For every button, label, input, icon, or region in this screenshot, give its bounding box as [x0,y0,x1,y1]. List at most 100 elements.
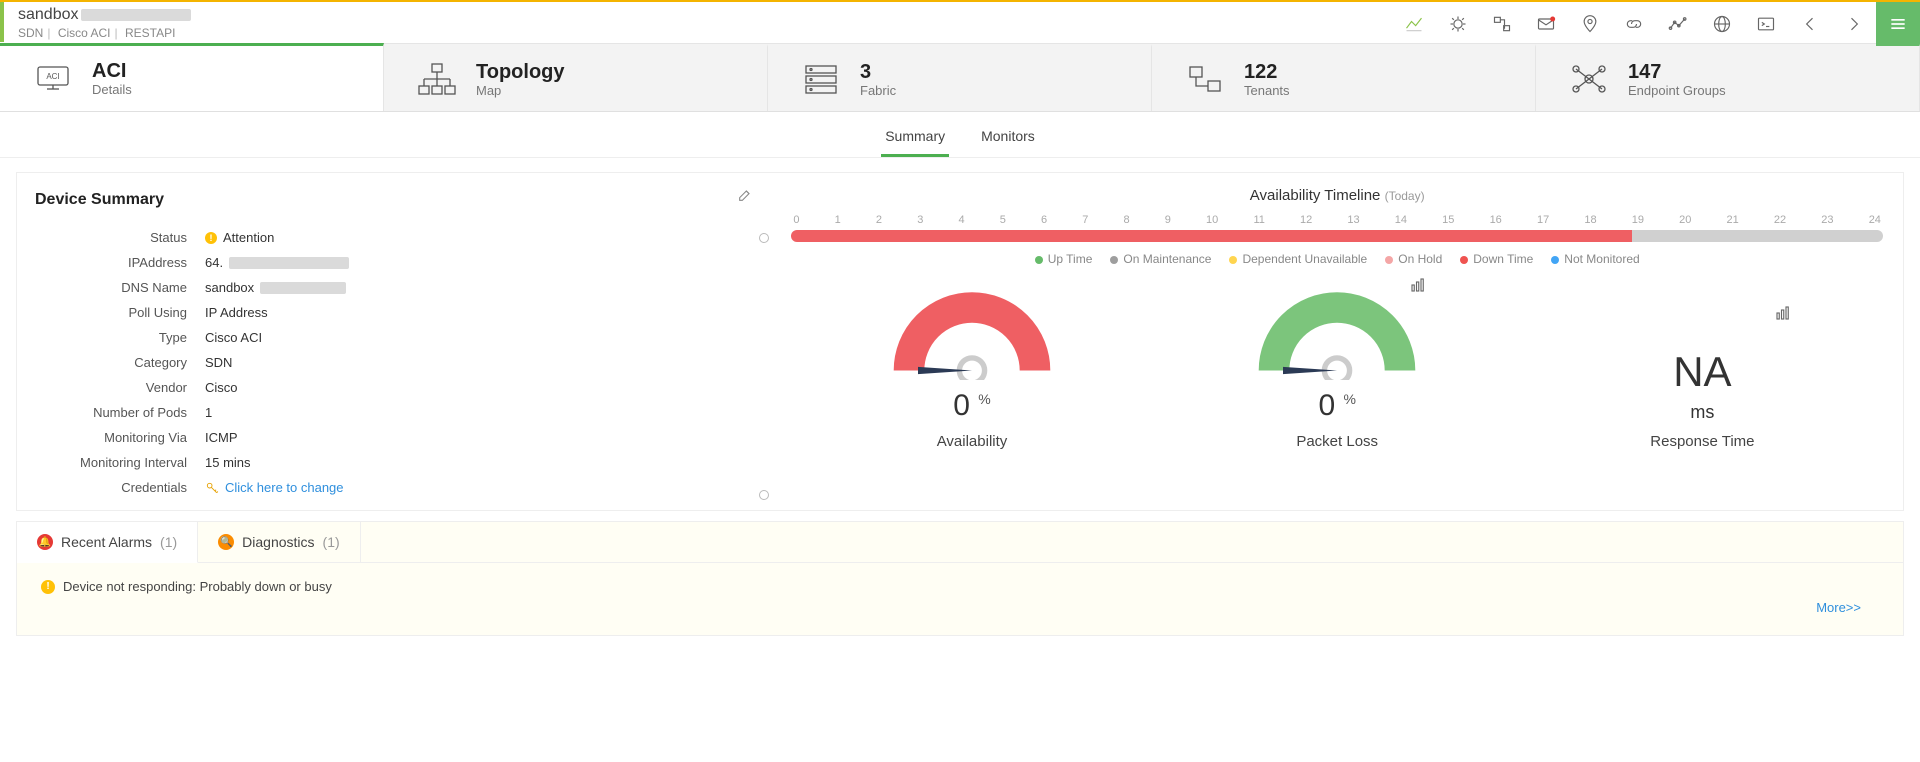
legend-up: Up Time [1035,252,1093,266]
poll-value: IP Address [205,305,268,320]
tenants-icon [1182,59,1228,99]
ip-label: IPAddress [35,255,205,270]
alarm-body: ! Device not responding: Probably down o… [17,562,1903,635]
dns-label: DNS Name [35,280,205,295]
tab-topology[interactable]: TopologyMap [384,44,768,111]
page-title: sandbox [18,6,191,24]
cred-label: Credentials [35,480,205,495]
title-text: sandbox [18,6,79,23]
alarm-row[interactable]: ! Device not responding: Probably down o… [41,579,1879,594]
more-link[interactable]: More>> [1816,600,1861,615]
tab-aci[interactable]: ACI ACIDetails [0,43,384,111]
packet-loss-value: 0 % [1237,389,1437,423]
bottom-tab-row: 🔔 Recent Alarms (1) 🔍 Diagnostics (1) [17,522,1903,562]
crumb-2[interactable]: Cisco ACI [58,26,111,40]
location-icon[interactable] [1568,2,1612,46]
legend-nom: Not Monitored [1551,252,1639,266]
globe-icon[interactable] [1700,2,1744,46]
dns-value: sandbox [205,280,346,295]
aci-icon: ACI [30,59,76,99]
masked-ip [229,257,349,269]
type-label: Type [35,330,205,345]
device-summary: Device Summary Status !Attention IPAddre… [17,173,771,510]
diagnostics-label: Diagnostics [242,534,314,550]
tab-recent-alarms[interactable]: 🔔 Recent Alarms (1) [17,522,198,563]
chart-toggle-icon[interactable] [1774,304,1792,325]
poll-label: Poll Using [35,305,205,320]
bottom-tabs: 🔔 Recent Alarms (1) 🔍 Diagnostics (1) ! … [16,521,1904,636]
graph-icon[interactable] [1656,2,1700,46]
next-icon[interactable] [1832,2,1876,46]
tab-endpoints[interactable]: 147Endpoint Groups [1536,44,1920,111]
interval-value: 15 mins [205,455,251,470]
pods-label: Number of Pods [35,405,205,420]
menu-button[interactable] [1876,2,1920,46]
key-icon [205,481,219,495]
chart-toggle-icon[interactable] [1409,276,1427,297]
legend-maint: On Maintenance [1110,252,1211,266]
timeline-hours: 0123456789101112131415161718192021222324 [789,214,1885,226]
network-icon[interactable] [1480,2,1524,46]
link-icon[interactable] [1612,2,1656,46]
gauges-row: 0 % Availability 0 % Packet Loss NA ms R… [789,280,1885,450]
fabric-icon [798,59,844,99]
breadcrumb: SDN| Cisco ACI| RESTAPI [18,26,191,40]
toolbar [1392,2,1920,46]
tab-tenants[interactable]: 122Tenants [1152,44,1536,111]
status-value: !Attention [205,230,274,245]
legend-dep: Dependent Unavailable [1229,252,1367,266]
scrollbar[interactable] [759,223,767,500]
response-time-value: NA [1602,348,1802,396]
svg-text:ACI: ACI [46,72,59,81]
alarm-icon: 🔔 [37,534,53,550]
edit-icon[interactable] [737,187,753,206]
response-time-unit: ms [1690,402,1714,422]
tab-tenants-sub: Tenants [1244,83,1290,98]
tab-diagnostics[interactable]: 🔍 Diagnostics (1) [198,522,361,562]
timeline-legend: Up Time On Maintenance Dependent Unavail… [789,252,1885,266]
top-bar: sandbox SDN| Cisco ACI| RESTAPI [0,0,1920,44]
availability-label: Availability [872,433,1072,450]
availability-value: 0 % [872,389,1072,423]
legend-hold: On Hold [1385,252,1442,266]
vendor-value: Cisco [205,380,238,395]
timeline-bar[interactable] [791,230,1883,242]
status-label: Status [35,230,205,245]
diagnostics-count: (1) [323,534,340,550]
endpoints-icon [1566,59,1612,99]
gauge-response-time: NA ms Response Time [1602,308,1802,450]
availability-pane: Availability Timeline (Today) 0123456789… [771,173,1903,510]
tab-endpoints-title: 147 [1628,61,1726,83]
legend-down: Down Time [1460,252,1533,266]
sub-tabs: Summary Monitors [0,112,1920,158]
tab-fabric-title: 3 [860,61,896,83]
ip-value: 64. [205,255,349,270]
category-label: Category [35,355,205,370]
pods-value: 1 [205,405,212,420]
tab-endpoints-sub: Endpoint Groups [1628,83,1726,98]
gauge-availability: 0 % Availability [872,280,1072,450]
alert-icon[interactable] [1436,2,1480,46]
masked-dns [260,282,346,294]
subtab-monitors[interactable]: Monitors [977,122,1039,157]
tab-aci-sub: Details [92,82,132,97]
device-summary-heading: Device Summary [35,191,753,209]
chart-icon[interactable] [1392,2,1436,46]
tab-topology-sub: Map [476,83,565,98]
crumb-1[interactable]: SDN [18,26,43,40]
mail-icon[interactable] [1524,2,1568,46]
crumb-3[interactable]: RESTAPI [125,26,175,40]
tab-fabric[interactable]: 3Fabric [768,44,1152,111]
subtab-summary[interactable]: Summary [881,122,949,157]
type-value: Cisco ACI [205,330,262,345]
alarm-text: Device not responding: Probably down or … [63,579,332,594]
terminal-icon[interactable] [1744,2,1788,46]
vendor-label: Vendor [35,380,205,395]
tab-topology-title: Topology [476,61,565,83]
tab-tenants-title: 122 [1244,61,1290,83]
prev-icon[interactable] [1788,2,1832,46]
response-time-label: Response Time [1602,433,1802,450]
section-tabs: ACI ACIDetails TopologyMap 3Fabric 122Te… [0,44,1920,112]
change-credentials-link[interactable]: Click here to change [225,480,344,495]
topology-icon [414,59,460,99]
